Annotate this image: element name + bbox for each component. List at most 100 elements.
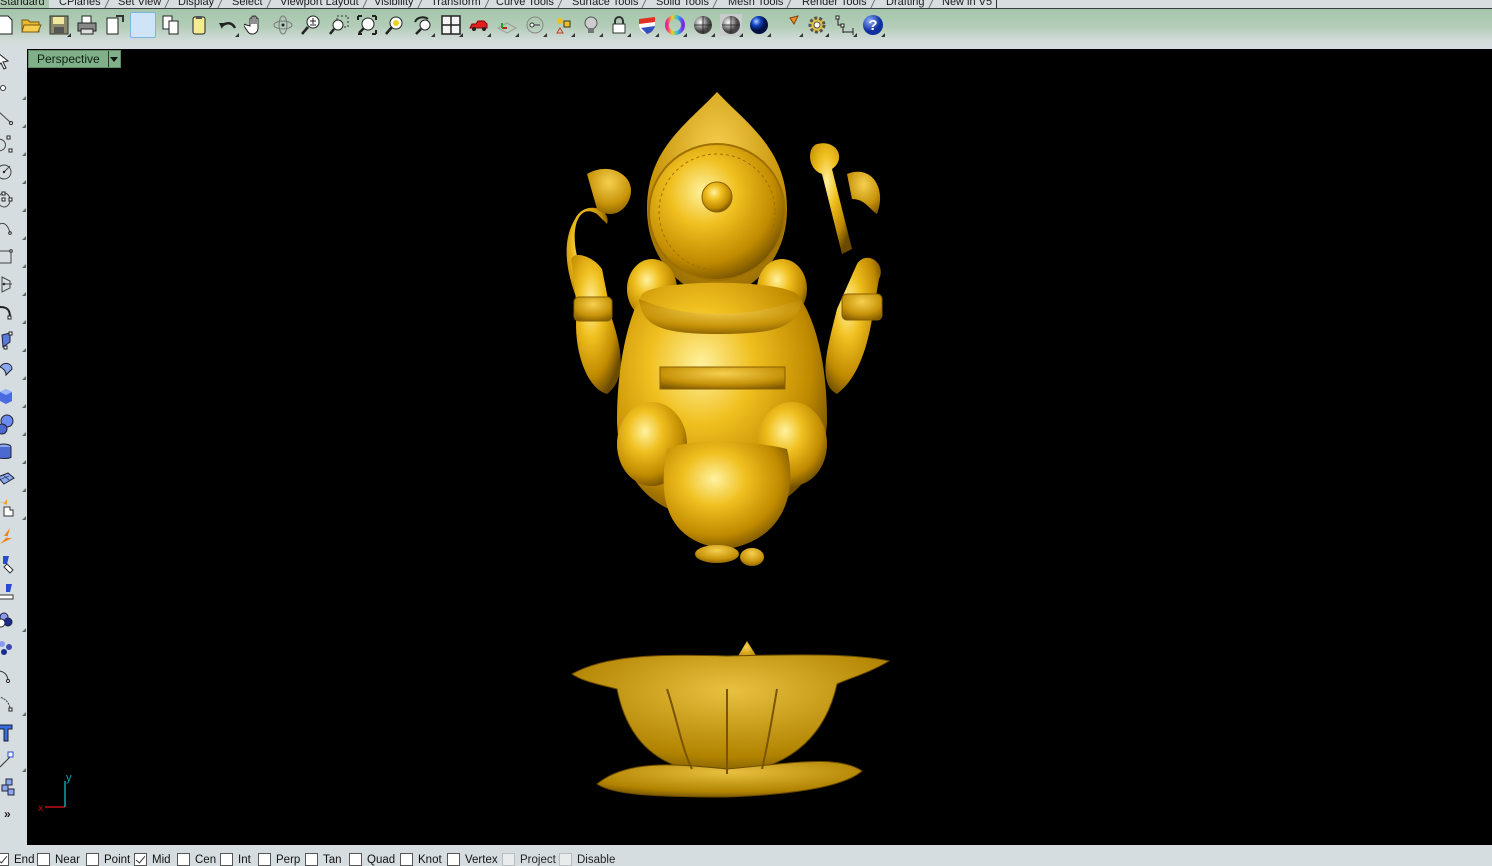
osnap-checkbox[interactable] xyxy=(502,853,515,866)
group-tool[interactable] xyxy=(0,609,26,633)
tab-visibility[interactable]: Visibility xyxy=(368,0,424,8)
select-window-button[interactable] xyxy=(130,12,156,38)
osnap-checkbox[interactable] xyxy=(559,853,572,866)
cplane-grid-button[interactable] xyxy=(494,12,520,38)
split-tool[interactable] xyxy=(0,525,22,549)
car-options-button[interactable] xyxy=(466,12,492,38)
osnap-checkbox[interactable] xyxy=(0,853,9,866)
rendered-view-button[interactable] xyxy=(718,12,744,38)
rectangle-tool[interactable] xyxy=(0,245,26,269)
shaded-view-button[interactable] xyxy=(690,12,716,38)
osnap-checkbox[interactable] xyxy=(258,853,271,866)
new-button[interactable] xyxy=(0,12,18,38)
ellipse-tool[interactable] xyxy=(0,189,26,213)
osnap-cen[interactable]: Cen xyxy=(177,853,216,866)
osnap-vertex[interactable]: Vertex xyxy=(447,853,498,866)
extrude-surface-tool[interactable] xyxy=(0,357,26,381)
tab-curve-tools[interactable]: Curve Tools xyxy=(490,0,564,8)
osnap-checkbox[interactable] xyxy=(447,853,460,866)
osnap-near[interactable]: Near xyxy=(37,853,80,866)
tab-surface-tools[interactable]: Surface Tools xyxy=(566,0,649,8)
four-viewports-button[interactable] xyxy=(438,12,464,38)
viewport-menu-dropdown[interactable] xyxy=(107,51,120,67)
zoom-dynamic-button[interactable] xyxy=(298,12,324,38)
surface-edit-tool[interactable] xyxy=(0,469,26,493)
polygon-tool[interactable] xyxy=(0,273,26,297)
spotlight-button[interactable] xyxy=(778,12,804,38)
line-tool[interactable] xyxy=(0,105,26,129)
zoom-selected-button[interactable] xyxy=(382,12,408,38)
undo-button[interactable] xyxy=(214,12,240,38)
text-tool[interactable] xyxy=(0,721,22,745)
perspective-viewport[interactable]: Perspective x y xyxy=(27,49,1492,845)
osnap-mid[interactable]: Mid xyxy=(134,853,171,866)
color-wheel-button[interactable] xyxy=(662,12,688,38)
osnap-int[interactable]: Int xyxy=(220,853,251,866)
lotus-base-model[interactable] xyxy=(571,641,891,798)
set-cplane-origin-button[interactable] xyxy=(522,12,548,38)
osnap-checkbox[interactable] xyxy=(177,853,190,866)
tab-select[interactable]: Select xyxy=(226,0,273,8)
arc-dimension-tool[interactable] xyxy=(0,693,26,717)
point-tool[interactable] xyxy=(0,77,26,101)
osnap-point[interactable]: Point xyxy=(86,853,130,866)
print-button[interactable] xyxy=(74,12,100,38)
tab-solid-tools[interactable]: Solid Tools xyxy=(650,0,720,8)
open-button[interactable] xyxy=(18,12,44,38)
more-tools-button[interactable]: » xyxy=(0,807,22,831)
import-button[interactable] xyxy=(102,12,128,38)
select-tool[interactable] xyxy=(0,51,22,75)
tab-transform[interactable]: Transform xyxy=(425,0,491,8)
circle-tool[interactable] xyxy=(0,161,26,185)
fillet-curves-tool[interactable] xyxy=(0,301,26,325)
options-button[interactable] xyxy=(804,12,830,38)
zoom-window-button[interactable] xyxy=(326,12,352,38)
osnap-checkbox[interactable] xyxy=(220,853,233,866)
undo-view-button[interactable] xyxy=(410,12,436,38)
align-tool[interactable] xyxy=(0,581,22,605)
paste-button[interactable] xyxy=(186,12,212,38)
osnap-checkbox[interactable] xyxy=(305,853,318,866)
osnap-tan[interactable]: Tan xyxy=(305,853,342,866)
surface-tool[interactable] xyxy=(0,329,26,353)
arc-tool[interactable] xyxy=(0,217,26,241)
dimension-button[interactable] xyxy=(832,12,858,38)
rotate-view-button[interactable] xyxy=(270,12,296,38)
array-tool[interactable] xyxy=(0,637,22,661)
block-tool[interactable] xyxy=(0,777,22,801)
transform-tool[interactable] xyxy=(0,553,22,577)
copy-button[interactable] xyxy=(158,12,184,38)
tab-set-view[interactable]: Set View xyxy=(112,0,172,8)
tab-new-in-v5[interactable]: New in V5 xyxy=(936,0,998,8)
osnap-checkbox[interactable] xyxy=(86,853,99,866)
lock-button[interactable] xyxy=(606,12,632,38)
osnap-disable[interactable]: Disable xyxy=(559,853,615,866)
osnap-checkbox[interactable] xyxy=(134,853,147,866)
osnap-checkbox[interactable] xyxy=(349,853,362,866)
tab-render-tools[interactable]: Render Tools xyxy=(796,0,877,8)
osnap-end[interactable]: End xyxy=(0,853,34,866)
hide-light-button[interactable] xyxy=(578,12,604,38)
osnap-checkbox[interactable] xyxy=(37,853,50,866)
tab-display[interactable]: Display xyxy=(172,0,225,8)
tab-drafting[interactable]: Drafting xyxy=(880,0,935,8)
help-button[interactable]: ? xyxy=(860,12,886,38)
explode-tool[interactable] xyxy=(0,497,26,521)
curve-tool[interactable] xyxy=(0,133,26,157)
zoom-extents-button[interactable] xyxy=(354,12,380,38)
point-grip-tool[interactable] xyxy=(0,749,26,773)
tab-standard[interactable]: Standard xyxy=(0,0,49,8)
save-button[interactable] xyxy=(46,12,72,38)
osnap-project[interactable]: Project xyxy=(502,853,556,866)
osnap-perp[interactable]: Perp xyxy=(258,853,300,866)
osnap-knot[interactable]: Knot xyxy=(400,853,442,866)
osnap-quad[interactable]: Quad xyxy=(349,853,395,866)
tab-viewport-layout[interactable]: Viewport Layout xyxy=(274,0,369,8)
boolean-tool[interactable] xyxy=(0,413,26,437)
ganesha-statue-model[interactable] xyxy=(566,92,883,566)
mesh-tool[interactable] xyxy=(0,441,26,465)
analyze-surface-button[interactable] xyxy=(634,12,660,38)
tab-mesh-tools[interactable]: Mesh Tools xyxy=(722,0,794,8)
solid-box-tool[interactable] xyxy=(0,385,26,409)
render-button[interactable] xyxy=(746,12,772,38)
